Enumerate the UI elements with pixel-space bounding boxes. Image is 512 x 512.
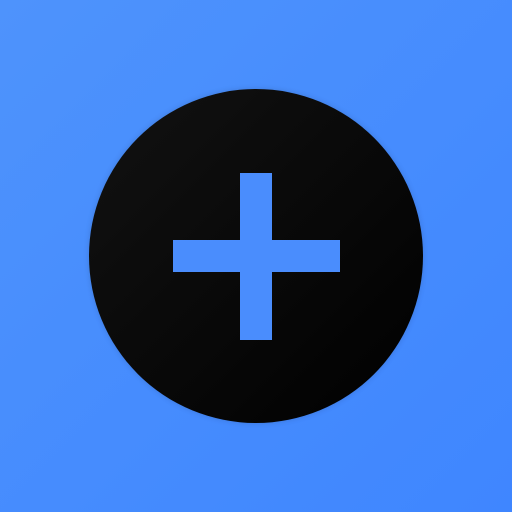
app-icon[interactable] <box>0 0 512 512</box>
add-icon <box>89 89 423 423</box>
plus-horizontal-bar <box>173 240 340 272</box>
add-button[interactable] <box>89 89 423 423</box>
